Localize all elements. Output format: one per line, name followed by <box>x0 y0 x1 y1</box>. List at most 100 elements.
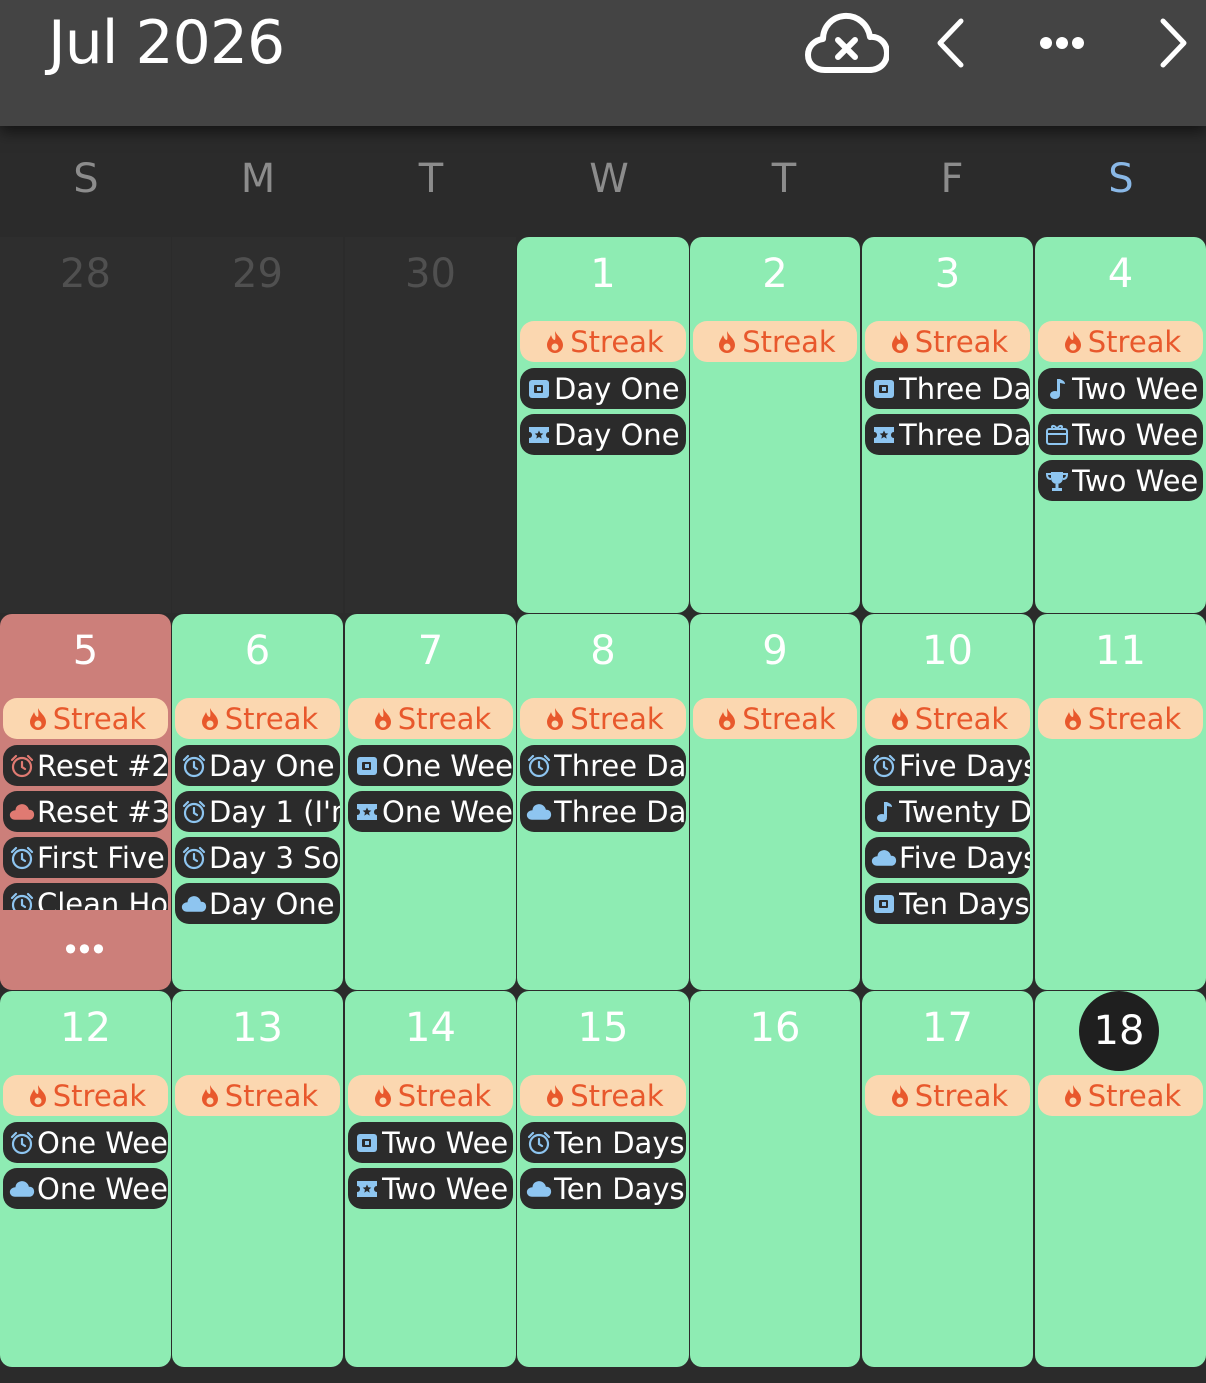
day-cell-outside-month[interactable]: 30 <box>345 237 516 613</box>
day-cell-outside-month[interactable]: 29 <box>172 237 343 613</box>
date-number: 2 <box>762 251 788 297</box>
event-chip-two-wee[interactable]: Two Wee <box>1038 460 1203 501</box>
event-label: One Wee <box>37 1125 168 1160</box>
event-chip-two-wee[interactable]: Two Wee <box>1038 414 1203 455</box>
event-chip-day-3-so[interactable]: Day 3 So <box>175 837 340 878</box>
event-chip-three-da[interactable]: Three Da <box>520 791 686 832</box>
event-chip-one-wee[interactable]: One Wee <box>3 1122 168 1163</box>
day-cell[interactable]: 14 Streak Two Wee Two Wee <box>345 991 516 1367</box>
flame-icon <box>370 1083 396 1109</box>
streak-badge[interactable]: Streak <box>520 1075 686 1116</box>
day-cell[interactable]: 17 Streak <box>862 991 1033 1367</box>
event-chip-ten-days[interactable]: Ten Days <box>520 1122 686 1163</box>
streak-badge[interactable]: Streak <box>865 698 1030 739</box>
wallet-icon <box>871 376 897 402</box>
streak-badge[interactable]: Streak <box>520 321 686 362</box>
flame-icon <box>714 329 740 355</box>
streak-label: Streak <box>570 701 664 736</box>
weekday-label: T <box>418 156 444 202</box>
day-cell[interactable]: 3 Streak Three Da Three Da <box>862 237 1033 613</box>
event-chip-two-wee[interactable]: Two Wee <box>348 1122 513 1163</box>
flame-icon <box>887 329 913 355</box>
day-cell[interactable]: 2 Streak <box>690 237 860 613</box>
streak-badge[interactable]: Streak <box>175 698 340 739</box>
streak-badge[interactable]: Streak <box>3 1075 168 1116</box>
day-cell[interactable]: 13 Streak <box>172 991 343 1367</box>
day-cell[interactable]: 10 Streak Five Days Twenty D Five Days Ten Da… <box>862 614 1033 990</box>
day-cell[interactable]: 8 Streak Three Da Three Da <box>517 614 689 990</box>
event-chip-three-da[interactable]: Three Da <box>865 368 1030 409</box>
streak-badge[interactable]: Streak <box>348 1075 513 1116</box>
day-cell[interactable]: 16 <box>690 991 860 1367</box>
date-number: 6 <box>244 628 271 674</box>
event-chip-first-five[interactable]: First Five <box>3 837 168 878</box>
event-chip-ten-days[interactable]: Ten Days <box>865 883 1030 924</box>
day-cell[interactable]: 11 Streak <box>1035 614 1206 990</box>
event-chip-one-wee[interactable]: One Wee <box>348 791 513 832</box>
day-cell[interactable]: 12 Streak One Wee One Wee <box>0 991 171 1367</box>
alarm-clock-icon <box>181 753 207 779</box>
day-cell[interactable]: 7 Streak One Wee One Wee <box>345 614 516 990</box>
event-chip-one-wee[interactable]: One Wee <box>348 745 513 786</box>
streak-badge[interactable]: Streak <box>1038 1075 1203 1116</box>
streak-badge[interactable]: Streak <box>1038 321 1203 362</box>
day-cell[interactable]: 9 Streak <box>690 614 860 990</box>
streak-label: Streak <box>224 701 319 736</box>
event-chip-three-da[interactable]: Three Da <box>865 414 1030 455</box>
weekday-label-saturday: S <box>1108 156 1134 202</box>
cloud-icon <box>9 799 35 825</box>
event-chip-two-wee[interactable]: Two Wee <box>348 1168 513 1209</box>
streak-label: Streak <box>397 1078 492 1113</box>
event-chip-day-1-i-m[interactable]: Day 1 (I'm <box>175 791 340 832</box>
event-chip-twenty-d[interactable]: Twenty D <box>865 791 1030 832</box>
event-chip-one-wee[interactable]: One Wee <box>3 1168 168 1209</box>
date-number: 5 <box>72 628 99 674</box>
event-chip-day-one[interactable]: Day One <box>175 883 340 924</box>
streak-badge[interactable]: Streak <box>1038 698 1203 739</box>
streak-label: Streak <box>1087 701 1182 736</box>
event-chip-day-one[interactable]: Day One <box>520 368 686 409</box>
streak-badge[interactable]: Streak <box>348 698 513 739</box>
event-chip-five-days[interactable]: Five Days <box>865 837 1030 878</box>
event-chip-three-da[interactable]: Three Da <box>520 745 686 786</box>
event-chip-ten-days[interactable]: Ten Days <box>520 1168 686 1209</box>
event-chip-reset-3[interactable]: Reset #3 <box>3 791 168 832</box>
streak-badge[interactable]: Streak <box>693 321 857 362</box>
streak-badge[interactable]: Streak <box>175 1075 340 1116</box>
event-chip-day-one[interactable]: Day One <box>175 745 340 786</box>
cloud-icon <box>526 1176 552 1202</box>
more-options-button[interactable] <box>1034 10 1090 76</box>
alarm-clock-icon <box>526 1130 552 1156</box>
event-label: Day 1 (I'm <box>209 794 340 829</box>
event-chip-five-days[interactable]: Five Days <box>865 745 1030 786</box>
day-cell[interactable]: 1 Streak Day One Day One <box>517 237 689 613</box>
event-chip-two-wee[interactable]: Two Wee <box>1038 368 1203 409</box>
streak-badge[interactable]: Streak <box>3 698 168 739</box>
streak-badge[interactable]: Streak <box>520 698 686 739</box>
date-number: 4 <box>1107 251 1134 297</box>
event-chip-day-one[interactable]: Day One <box>520 414 686 455</box>
date-number: 1 <box>590 251 616 297</box>
day-cell[interactable]: 15 Streak Ten Days Ten Days <box>517 991 689 1367</box>
day-cell[interactable]: 6 Streak Day One Day 1 (I'm Day 3 So Day One <box>172 614 343 990</box>
day-cell-outside-month[interactable]: 28 <box>0 237 171 613</box>
streak-badge[interactable]: Streak <box>693 698 857 739</box>
streak-label: Streak <box>742 701 836 736</box>
next-month-button[interactable] <box>1152 10 1196 76</box>
more-events-button[interactable]: ••• <box>0 910 171 988</box>
wallet-icon <box>871 891 897 917</box>
date-number: 10 <box>922 628 973 674</box>
streak-badge[interactable]: Streak <box>865 1075 1030 1116</box>
event-label: Two Wee <box>382 1125 509 1160</box>
day-cell[interactable]: 4 Streak Two Wee Two Wee Two Wee <box>1035 237 1206 613</box>
streak-label: Streak <box>52 701 147 736</box>
streak-badge[interactable]: Streak <box>865 321 1030 362</box>
day-cell[interactable]: 5 Streak Reset #2 Reset #3 First Five Clean H… <box>0 614 171 990</box>
day-cell-today[interactable]: 18 Streak <box>1035 991 1206 1367</box>
cloud-sync-error-button[interactable] <box>804 10 890 76</box>
ellipsis-icon: ••• <box>64 929 107 968</box>
event-chip-reset-2[interactable]: Reset #2 <box>3 745 168 786</box>
cloud-icon <box>181 891 207 917</box>
event-label: Day One <box>554 417 680 452</box>
previous-month-button[interactable] <box>928 10 972 76</box>
